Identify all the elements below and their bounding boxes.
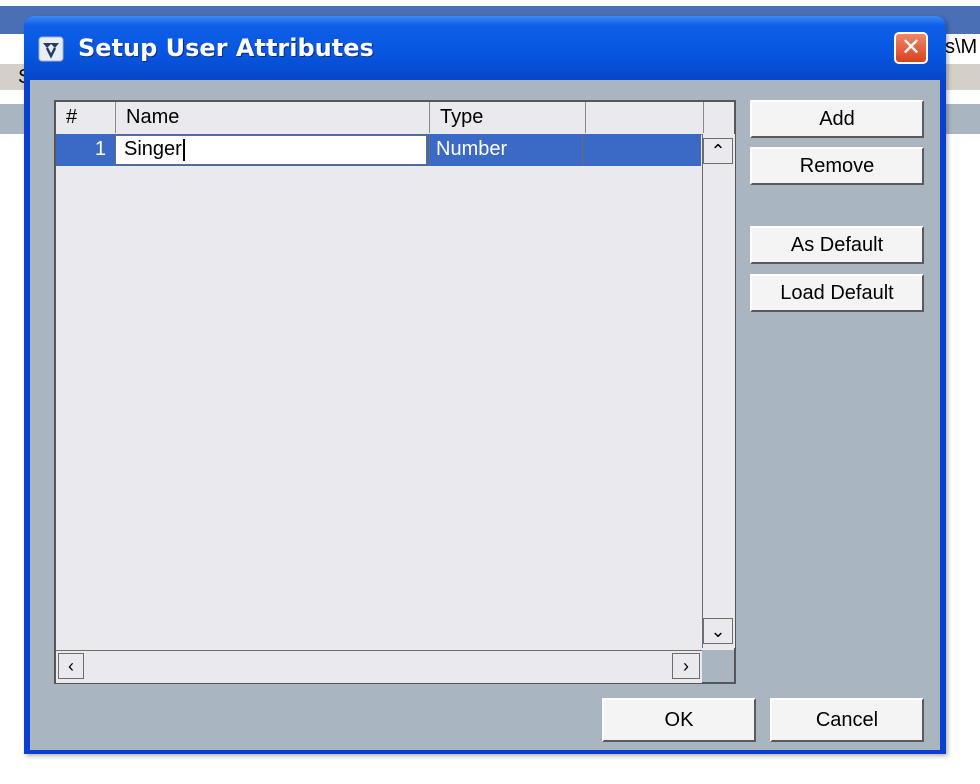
row-type[interactable]: Number	[429, 134, 583, 166]
column-header-number[interactable]: #	[56, 102, 116, 133]
scroll-right-icon[interactable]: ›	[672, 653, 700, 679]
remove-button[interactable]: Remove	[750, 147, 924, 185]
as-default-button[interactable]: As Default	[750, 226, 924, 264]
vertical-scrollbar[interactable]: ⌃ ⌄	[702, 134, 735, 648]
close-button[interactable]: ✕	[894, 32, 928, 64]
dialog-title-bar[interactable]: Setup User Attributes ✕	[24, 16, 946, 80]
setup-user-attributes-dialog: Setup User Attributes ✕ # Name Type 1 Si…	[24, 16, 946, 754]
scroll-left-icon[interactable]: ‹	[58, 653, 84, 679]
table-row[interactable]: 1 Singer Number	[56, 134, 701, 166]
dialog-title: Setup User Attributes	[78, 34, 374, 62]
name-edit-value: Singer	[124, 138, 182, 160]
scroll-up-icon[interactable]: ⌃	[703, 138, 733, 164]
row-number: 1	[94, 138, 106, 160]
cancel-button[interactable]: Cancel	[770, 698, 924, 742]
background-path-fragment: s\M	[945, 36, 978, 58]
attributes-list[interactable]: # Name Type 1 Singer Number ⌃ ⌄ ‹ ›	[54, 100, 736, 684]
app-logo-icon	[38, 36, 64, 62]
name-edit-field[interactable]: Singer	[115, 135, 427, 165]
list-header: # Name Type	[56, 102, 734, 135]
dialog-client-area: # Name Type 1 Singer Number ⌃ ⌄ ‹ › Add …	[30, 80, 940, 750]
ok-button[interactable]: OK	[602, 698, 756, 742]
load-default-button[interactable]: Load Default	[750, 274, 924, 312]
scrollbar-corner	[702, 650, 734, 682]
add-button[interactable]: Add	[750, 100, 924, 138]
column-header-name[interactable]: Name	[116, 102, 430, 133]
scroll-down-icon[interactable]: ⌄	[703, 618, 733, 644]
text-caret	[182, 138, 185, 161]
horizontal-scrollbar[interactable]: ‹ ›	[56, 650, 702, 683]
column-header-type[interactable]: Type	[430, 102, 586, 133]
column-header-empty[interactable]	[586, 102, 704, 133]
